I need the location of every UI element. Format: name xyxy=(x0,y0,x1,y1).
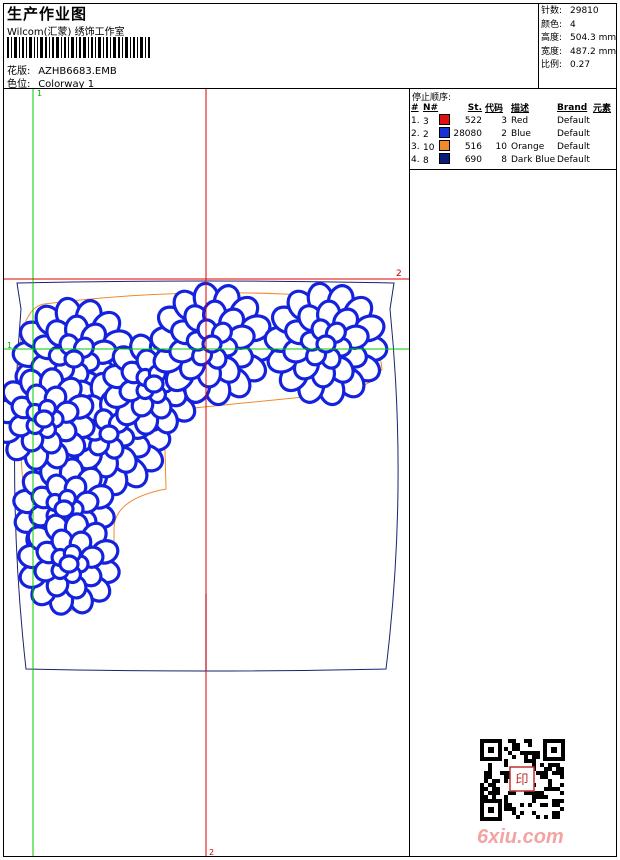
guide-label: 2 xyxy=(396,269,402,279)
stat-row: 宽度: 487.2 mm xyxy=(541,46,617,57)
embroidery-petal xyxy=(33,409,55,429)
thread-color-swatch xyxy=(439,140,450,151)
panel-divider xyxy=(409,88,410,857)
page-title: 生产作业图 xyxy=(7,5,88,23)
embroidery-petal xyxy=(63,349,85,369)
site-watermark: 6xiu.com xyxy=(477,826,564,848)
stats-divider xyxy=(538,3,539,88)
stat-row: 针数: 29810 xyxy=(541,6,599,16)
thread-color-swatch xyxy=(439,114,450,125)
embroidery-petal xyxy=(58,554,80,574)
stat-row: 颜色: 4 xyxy=(541,19,576,30)
table-row: 1. 3 522 3 Red Default xyxy=(411,114,590,127)
company-name: Wilcom(汇蒙) 绣饰工作室 xyxy=(7,27,125,38)
embroidery-preview: 1 1 2 2 xyxy=(4,89,409,856)
embroidery-petal xyxy=(143,374,165,394)
stat-row: 比例: 0.27 xyxy=(541,60,591,71)
table-row: 4. 8 690 8 Dark Blue Default xyxy=(411,153,590,166)
table-row: 3. 10 516 10 Orange Default xyxy=(411,140,590,153)
guide-label: 1 xyxy=(37,89,42,98)
table-row: 2. 2 28080 2 Blue Default xyxy=(411,127,590,140)
thread-color-swatch xyxy=(439,127,450,138)
seal-mark: 印 xyxy=(515,773,528,788)
table-divider xyxy=(409,169,617,170)
guide-label: 2 xyxy=(209,848,214,856)
table-header-row: # N# St. 代码 描述 Brand 元素 xyxy=(411,102,612,115)
stop-sequence-table: # N# St. 代码 描述 Brand 元素 1. 3 522 3 Red Defaul… xyxy=(411,101,617,167)
embroidery-petal xyxy=(315,334,337,354)
thread-color-swatch xyxy=(439,153,450,164)
stat-row: 高度: 504.3 mm xyxy=(541,33,617,44)
barcode-image xyxy=(7,37,150,58)
embroidery-petal xyxy=(98,424,120,444)
guide-label: 1 xyxy=(7,341,12,350)
stats-panel: 针数: 29810 颜色: 4 高度: 504.3 mm 宽度: 487.2 mm 比例… xyxy=(541,5,616,73)
qr-code: 印 xyxy=(480,739,565,821)
